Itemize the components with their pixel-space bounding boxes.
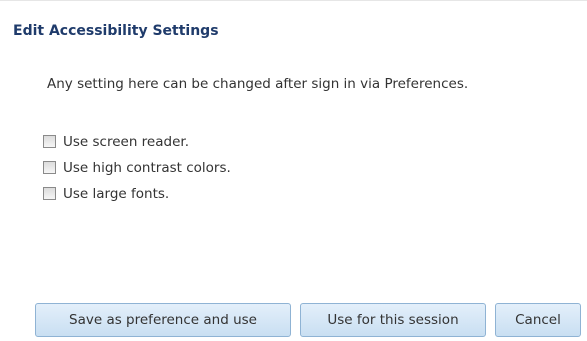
save-as-preference-button[interactable]: Save as preference and use: [35, 303, 291, 337]
option-large-fonts[interactable]: Use large fonts.: [43, 183, 231, 204]
accessibility-options: Use screen reader. Use high contrast col…: [43, 131, 231, 209]
high-contrast-label[interactable]: Use high contrast colors.: [63, 160, 231, 176]
use-for-session-button[interactable]: Use for this session: [300, 303, 486, 337]
cancel-button[interactable]: Cancel: [495, 303, 581, 337]
large-fonts-checkbox[interactable]: [43, 187, 56, 200]
screen-reader-label[interactable]: Use screen reader.: [63, 134, 189, 150]
dialog-title: Edit Accessibility Settings: [13, 23, 219, 39]
high-contrast-checkbox[interactable]: [43, 161, 56, 174]
screen-reader-checkbox[interactable]: [43, 135, 56, 148]
option-screen-reader[interactable]: Use screen reader.: [43, 131, 231, 152]
intro-text: Any setting here can be changed after si…: [47, 76, 469, 92]
large-fonts-label[interactable]: Use large fonts.: [63, 186, 169, 202]
option-high-contrast[interactable]: Use high contrast colors.: [43, 157, 231, 178]
accessibility-settings-dialog: Edit Accessibility Settings Any setting …: [0, 0, 587, 341]
